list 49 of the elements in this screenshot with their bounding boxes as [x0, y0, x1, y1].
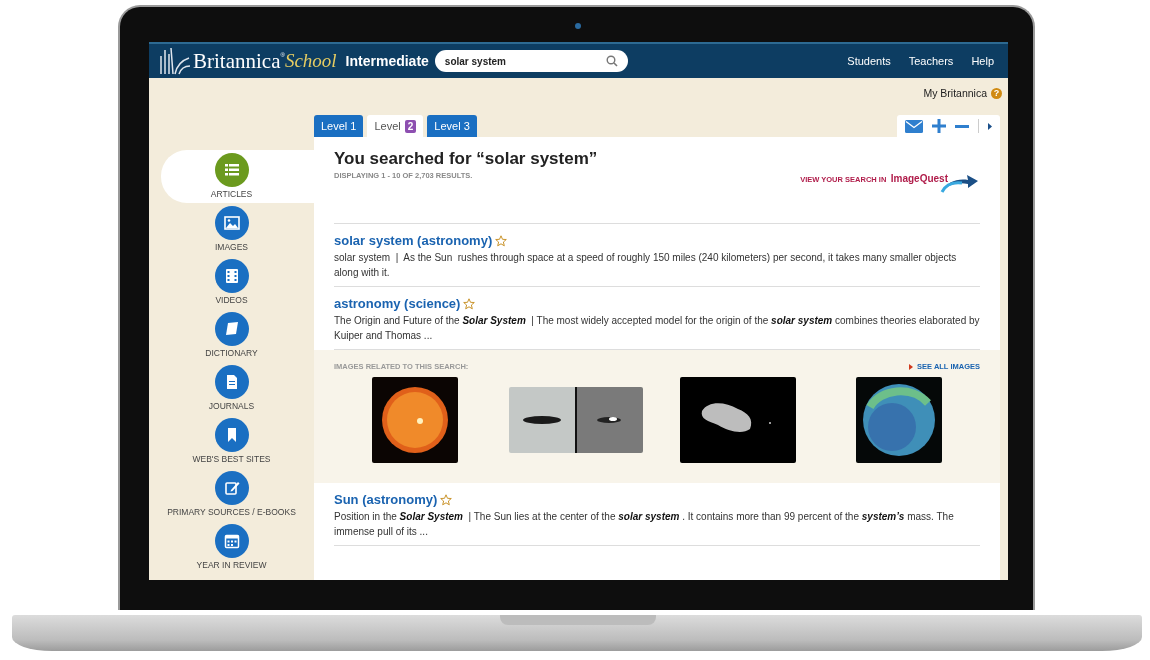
sidebar-item[interactable]: VIDEOS [161, 256, 314, 309]
sidebar-item[interactable]: ARTICLES [161, 150, 314, 203]
star-icon[interactable] [463, 297, 476, 310]
search-icon [605, 55, 618, 67]
results-heading: You searched for “solar system” [334, 149, 598, 169]
level-tab[interactable]: Level 3 [427, 115, 477, 137]
category-icon [214, 365, 249, 399]
sidebar-item[interactable]: IMAGES [161, 203, 314, 256]
result-title-link[interactable]: astronomy (science) [334, 296, 461, 311]
result-title-link[interactable]: Sun (astronomy) [334, 492, 438, 507]
category-icon [214, 312, 249, 346]
sidebar-item[interactable]: YEAR IN REVIEW [161, 521, 314, 574]
asteroid-photo[interactable] [679, 377, 796, 463]
category-icon [214, 153, 249, 187]
mail-icon[interactable] [905, 119, 923, 133]
sidebar-item[interactable]: WEB'S BEST SITES [161, 415, 314, 468]
camera-icon [575, 23, 581, 29]
category-icon [214, 206, 249, 240]
result-snippet: The Origin and Future of the Solar System | The most widely accepted model for the origin of the solar system combines theories elaborated by Kuiper and Thomas ... [334, 314, 980, 343]
star-icon[interactable] [440, 493, 453, 506]
nav-link[interactable]: Teachers [908, 55, 954, 67]
star-icon[interactable] [495, 234, 508, 247]
nav-link[interactable]: Students [847, 55, 891, 67]
edition-label: Intermediate [345, 53, 429, 69]
level-tab[interactable]: Level 1 [314, 115, 364, 137]
brand-name: Britannica [193, 48, 281, 74]
account-link[interactable]: My Britannica [923, 87, 987, 99]
sidebar-item[interactable]: DICTIONARY [161, 309, 314, 362]
category-icon [214, 418, 249, 452]
thistle-icon [157, 46, 191, 76]
zoom-in-icon[interactable] [932, 119, 946, 133]
zoom-out-icon[interactable] [955, 124, 969, 128]
blurry-photo[interactable] [509, 387, 644, 453]
triangle-icon [909, 363, 914, 370]
sidebar-item[interactable]: JOURNALS [161, 362, 314, 415]
product-name: School [284, 50, 337, 72]
caret-icon[interactable] [988, 122, 992, 130]
planet-photo[interactable] [856, 377, 943, 463]
search-field[interactable]: solar system [434, 50, 628, 72]
result-snippet: Position in the Solar System | The Sun lies at the center of the solar system . It contains more than 99 percent of the system’s mass. The immense pull of its ... [334, 510, 955, 539]
sidebar-item[interactable]: PRIMARY SOURCES / E-BOOKS [161, 468, 314, 521]
result-snippet: solar system | As the Sun rushes through space at a speed of roughly 150 miles (240 kilometers) per second, it takes many smaller objects along with it. [334, 251, 958, 280]
sun-photo[interactable] [371, 377, 458, 463]
nav-link[interactable]: Help [971, 55, 994, 67]
category-icon [214, 259, 249, 293]
category-icon [214, 471, 249, 505]
category-icon [214, 524, 249, 558]
level-tab[interactable]: Level 2 [367, 115, 424, 137]
result-title-link[interactable]: solar system (astronomy) [334, 233, 493, 248]
